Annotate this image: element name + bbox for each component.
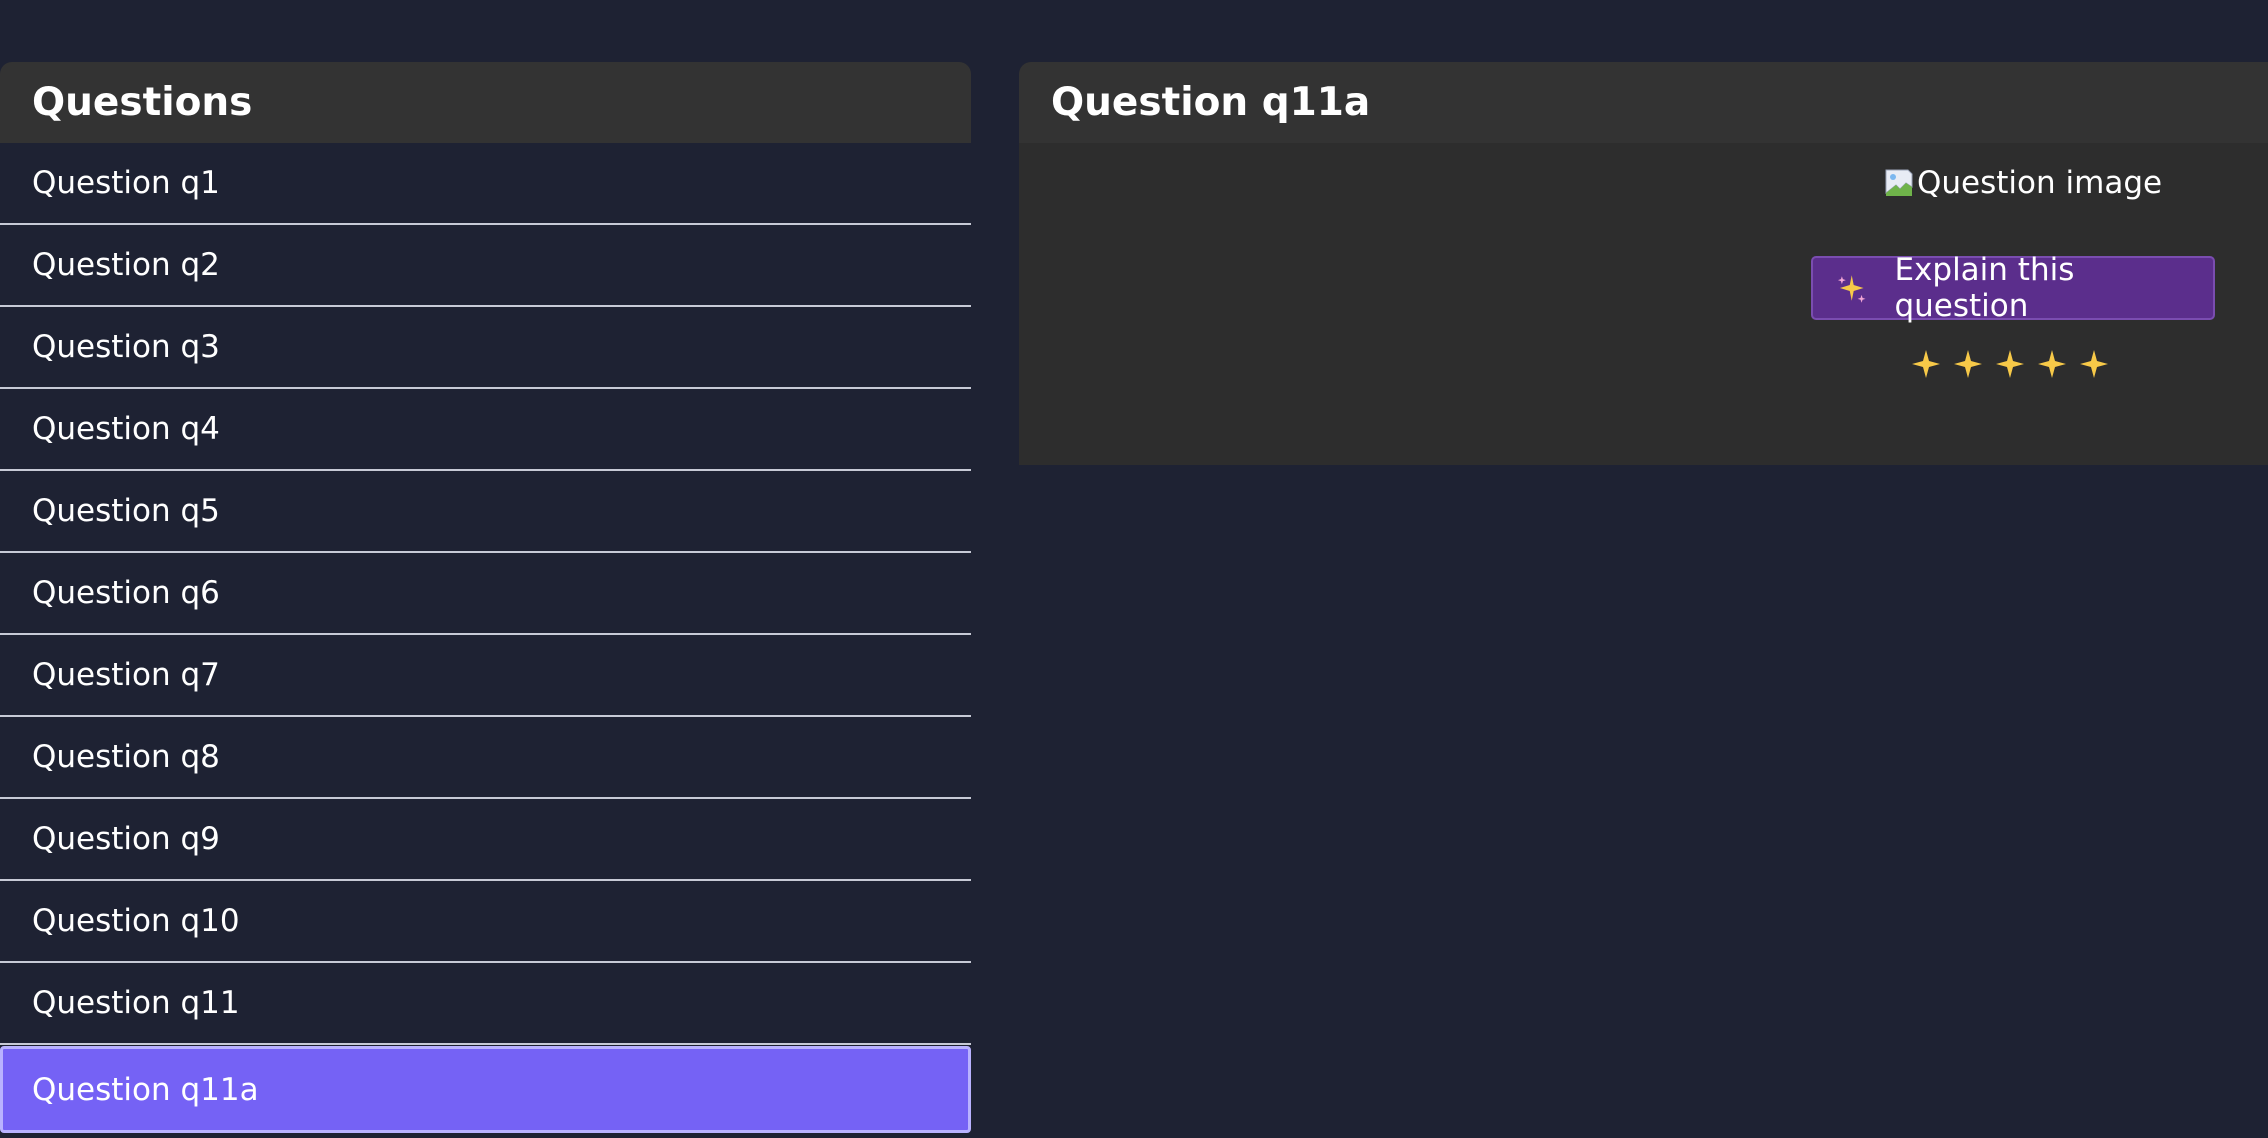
question-list: Question q1 Question q2 Question q3 Ques… bbox=[0, 143, 971, 1133]
question-list-item[interactable]: Question q8 bbox=[0, 717, 971, 799]
sparkles-icon bbox=[1837, 275, 1866, 303]
questions-panel-title: Questions bbox=[0, 62, 971, 143]
question-detail-title: Question q11a bbox=[1019, 62, 2268, 143]
question-list-item[interactable]: Question q6 bbox=[0, 553, 971, 635]
question-list-item-selected[interactable]: Question q11a bbox=[0, 1046, 971, 1133]
sparkle-row bbox=[1910, 348, 2110, 380]
question-list-item[interactable]: Question q11 bbox=[0, 963, 971, 1045]
question-image-alt-text: Question image bbox=[1917, 165, 2163, 201]
question-list-item[interactable]: Question q10 bbox=[0, 881, 971, 963]
sparkle-icon bbox=[2038, 350, 2066, 378]
sparkle-icon bbox=[1954, 350, 1982, 378]
explain-question-label: Explain this question bbox=[1894, 252, 2075, 324]
question-list-item[interactable]: Question q5 bbox=[0, 471, 971, 553]
question-list-item[interactable]: Question q1 bbox=[0, 143, 971, 225]
question-detail-panel: Question q11a Question image Explain thi… bbox=[1019, 62, 2268, 465]
broken-image-icon bbox=[1885, 169, 1913, 196]
question-list-item[interactable]: Question q4 bbox=[0, 389, 971, 471]
sparkle-icon bbox=[1912, 350, 1940, 378]
question-detail-body: Question image Explain this question bbox=[1019, 143, 2268, 465]
question-list-item[interactable]: Question q9 bbox=[0, 799, 971, 881]
explain-question-button[interactable]: Explain this question bbox=[1811, 252, 2215, 324]
question-list-item[interactable]: Question q3 bbox=[0, 307, 971, 389]
question-list-item[interactable]: Question q2 bbox=[0, 225, 971, 307]
sparkle-icon bbox=[1996, 350, 2024, 378]
question-list-item[interactable]: Question q7 bbox=[0, 635, 971, 717]
question-image: Question image bbox=[1884, 165, 2162, 201]
sparkle-icon bbox=[2080, 350, 2108, 378]
questions-panel: Questions Question q1 Question q2 Questi… bbox=[0, 62, 971, 1138]
